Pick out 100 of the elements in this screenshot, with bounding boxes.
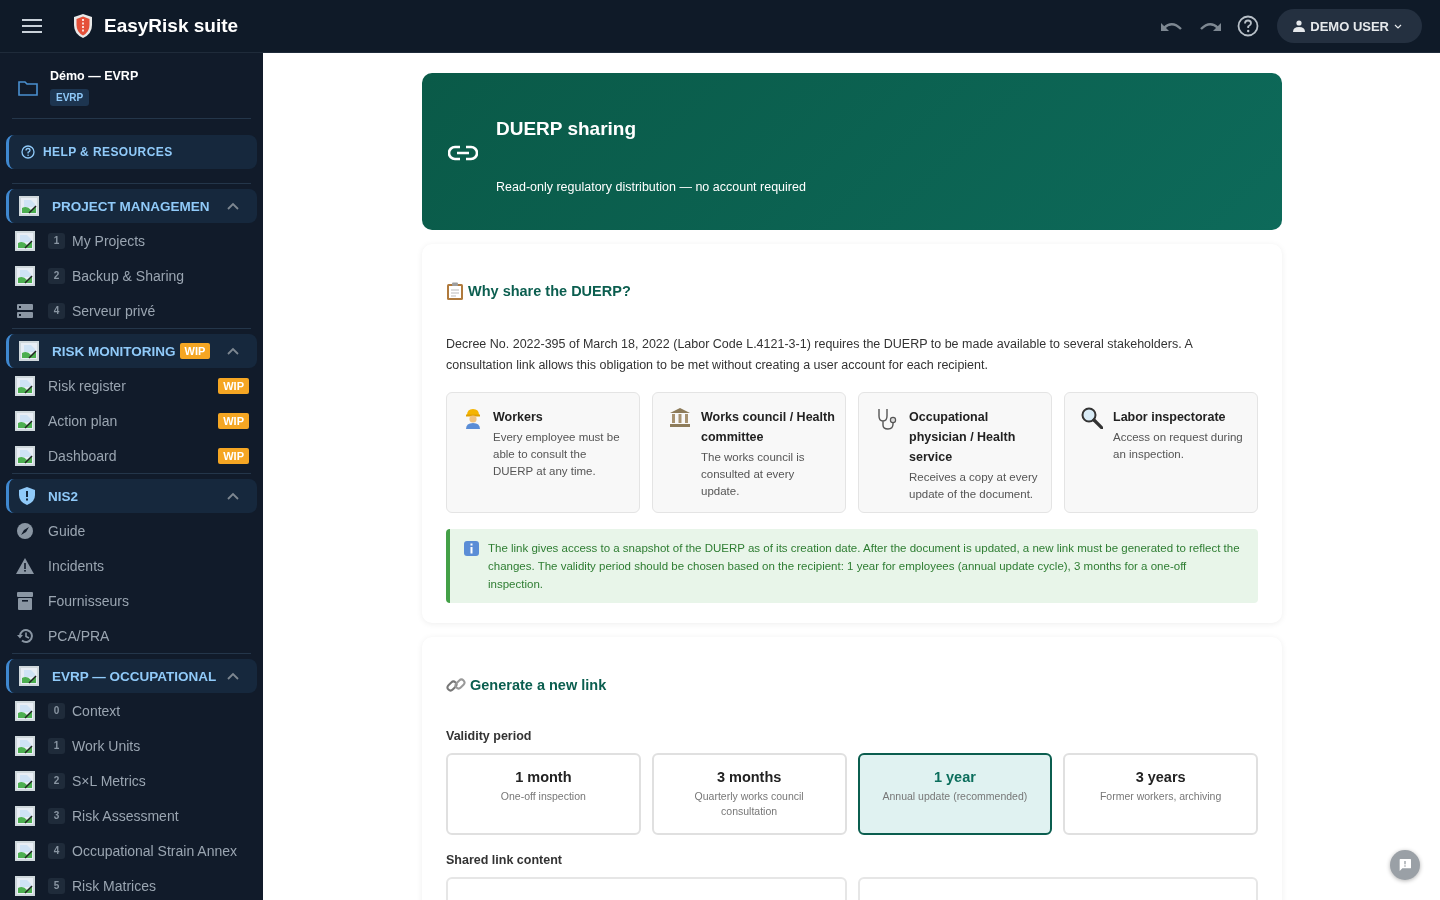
sidebar-item[interactable]: 5 Risk Matrices: [6, 868, 257, 900]
image-icon: [19, 341, 39, 361]
validity-option[interactable]: 3 months Quarterly works council consultation: [651, 753, 847, 835]
message-icon: [1397, 857, 1413, 873]
step-number: 2: [48, 267, 65, 284]
item-label: My Projects: [72, 232, 146, 249]
validity-option[interactable]: 1 month One-off inspection: [446, 753, 641, 835]
project-tag: EVRP: [50, 89, 90, 106]
project-name: Démo — EVRP: [50, 69, 139, 83]
sidebar-item[interactable]: 1 Work Units: [6, 728, 257, 763]
sidebar-item[interactable]: Guide: [6, 513, 257, 548]
step-number: 1: [48, 737, 65, 754]
recipient-description: Access on request during an inspection.: [1113, 430, 1244, 462]
item-label: Occupational Strain Annex: [72, 842, 237, 859]
worker-icon: [463, 407, 483, 429]
sidebar-item[interactable]: 4 Serveur privé: [6, 293, 257, 328]
item-label: PCA/PRA: [48, 627, 110, 644]
link-icon: [448, 144, 478, 161]
recipient-description: The works council is consulted at every update.: [701, 450, 806, 499]
sidebar-item[interactable]: PCA/PRA: [6, 618, 257, 653]
section-title: Why share the DUERP?: [468, 283, 631, 299]
clipboard-icon: [446, 282, 464, 300]
building-icon: [669, 407, 691, 427]
item-label: Dashboard: [48, 447, 117, 464]
description-text: Decree No. 2022-395 of March 18, 2022 (Labor Code L.4121-3-1) requires the DUERP to be made available to several stakeholders. A consultation link allows this obligation to be met without creating a user account for each recipient.: [446, 336, 1194, 374]
image-icon: [15, 805, 35, 826]
step-number: 4: [48, 302, 65, 319]
magnifier-icon: [1081, 407, 1103, 429]
sidebar-item[interactable]: 2 S×L Metrics: [6, 763, 257, 798]
folder-icon: [18, 79, 38, 96]
item-label: Risk Assessment: [72, 807, 179, 824]
recipient-description: Receives a copy at every update of the document.: [909, 470, 1039, 502]
item-label: Guide: [48, 522, 86, 539]
warning-icon: [15, 557, 35, 574]
sidebar-item[interactable]: Risk register WIP: [6, 368, 257, 403]
callout-text: The link gives access to a snapshot of the DUERP as of its creation date. After the document is updated, a new link must be generated to reflect the changes. The validity period should be chosen based on the recipient: 1 year for employees (annual update cycle), 3 months for a one-off inspection.: [488, 541, 1241, 592]
stethoscope-icon: [875, 407, 899, 431]
validity-option[interactable]: 1 year Annual update (recommended): [857, 753, 1053, 835]
page-subtitle: Read-only regulatory distribution — no account required: [496, 179, 806, 194]
sidebar-item[interactable]: Dashboard WIP: [6, 438, 257, 473]
item-label: Risk Matrices: [72, 877, 156, 894]
item-label: Fournisseurs: [48, 592, 129, 609]
field-label: Validity period: [446, 729, 533, 743]
chain-icon: [446, 675, 466, 695]
compass-icon: [15, 521, 35, 540]
sidebar-item[interactable]: 3 Risk Assessment: [6, 798, 257, 833]
help-resources-button[interactable]: HELP & RESOURCES: [6, 135, 257, 169]
step-number: 0: [48, 702, 65, 719]
image-icon: [15, 840, 35, 861]
sidebar-item[interactable]: Action plan WIP: [6, 403, 257, 438]
page-title: DUERP sharing: [496, 117, 638, 140]
step-number: 4: [48, 842, 65, 859]
step-number: 5: [48, 877, 65, 894]
item-label: Incidents: [48, 557, 105, 574]
image-icon: [15, 735, 35, 756]
item-label: Work Units: [72, 737, 141, 754]
wip-badge: WIP: [179, 343, 211, 359]
image-icon: [15, 375, 35, 396]
section-header[interactable]: RISK MONITORING WIP: [6, 334, 257, 368]
section-header[interactable]: NIS2: [6, 479, 257, 513]
person-icon: [1293, 20, 1306, 32]
caret-icon: [1394, 23, 1402, 29]
recipient-title: Occupational physician / Health service: [909, 409, 1017, 466]
image-icon: [15, 230, 35, 251]
step-number: 3: [48, 807, 65, 824]
step-number: 2: [48, 772, 65, 789]
image-icon: [15, 875, 35, 896]
section-header[interactable]: PROJECT MANAGEMEN: [6, 189, 257, 223]
shield-logo: [74, 14, 92, 38]
image-icon: [15, 700, 35, 721]
item-label: S×L Metrics: [72, 772, 146, 789]
archive-icon: [15, 591, 35, 610]
recipient-title: Labor inspectorate: [1113, 409, 1227, 426]
user-menu-button[interactable]: DEMO USER: [1277, 9, 1422, 43]
item-label: Serveur privé: [72, 302, 156, 319]
sidebar-item[interactable]: 1 My Projects: [6, 223, 257, 258]
menu-icon: [22, 19, 42, 33]
help-icon: [21, 145, 35, 159]
sidebar-item[interactable]: 4 Occupational Strain Annex: [6, 833, 257, 868]
image-icon: [19, 196, 39, 216]
image-icon: [15, 265, 35, 286]
history-icon: [15, 627, 35, 644]
info-icon: [464, 541, 479, 556]
item-label: Context: [72, 702, 121, 719]
wip-badge: WIP: [218, 412, 249, 429]
app-title: EasyRisk suite: [104, 15, 239, 37]
sidebar-item[interactable]: 0 Context: [6, 693, 257, 728]
validity-option[interactable]: 3 years Former workers, archiving: [1063, 753, 1258, 835]
server-icon: [15, 302, 35, 319]
sidebar-item[interactable]: 2 Backup & Sharing: [6, 258, 257, 293]
sidebar-item[interactable]: Fournisseurs: [6, 583, 257, 618]
step-number: 1: [48, 232, 65, 249]
wip-badge: WIP: [218, 377, 249, 394]
item-label: Risk register: [48, 377, 126, 394]
chat-button[interactable]: [1390, 850, 1420, 880]
recipient-title: Works council / Health committee: [701, 409, 835, 446]
wip-badge: WIP: [218, 447, 249, 464]
sidebar-item[interactable]: Incidents: [6, 548, 257, 583]
redo-icon: [1199, 20, 1222, 32]
section-header[interactable]: EVRP — OCCUPATIONAL: [6, 659, 257, 693]
